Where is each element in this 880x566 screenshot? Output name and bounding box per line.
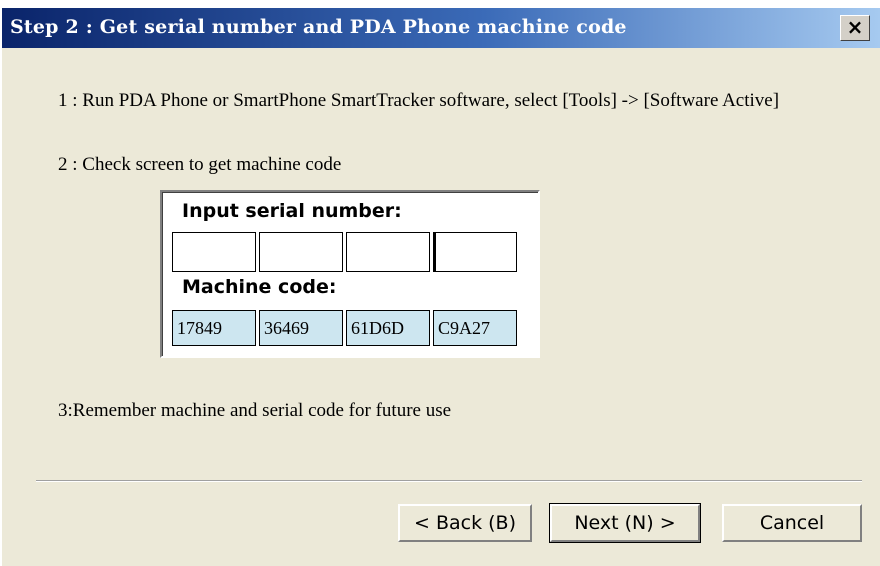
instruction-step-3: 3:Remember machine and serial code for f… — [58, 400, 452, 421]
window-top-edge — [2, 0, 880, 8]
serial-number-field-2[interactable] — [259, 232, 343, 272]
window-title: Step 2 : Get serial number and PDA Phone… — [10, 16, 627, 38]
next-button[interactable]: Next (N) > — [549, 503, 701, 543]
close-button[interactable]: × — [840, 15, 870, 41]
back-button[interactable]: < Back (B) — [398, 504, 532, 542]
instruction-step-2: 2 : Check screen to get machine code — [58, 154, 342, 175]
serial-number-field-1[interactable] — [172, 232, 256, 272]
serial-number-label: Input serial number: — [182, 200, 402, 222]
device-screen-preview: Input serial number: Machine code: 17849… — [160, 190, 540, 358]
serial-number-field-4[interactable] — [433, 232, 517, 272]
wizard-dialog: Step 2 : Get serial number and PDA Phone… — [0, 0, 880, 566]
title-bar[interactable]: Step 2 : Get serial number and PDA Phone… — [2, 8, 880, 48]
machine-code-part-3: 61D6D — [346, 310, 430, 346]
cancel-button[interactable]: Cancel — [722, 504, 862, 542]
machine-code-label: Machine code: — [182, 276, 337, 298]
machine-code-part-4: C9A27 — [433, 310, 517, 346]
instruction-step-1: 1 : Run PDA Phone or SmartPhone SmartTra… — [58, 90, 780, 111]
machine-code-part-1: 17849 — [172, 310, 256, 346]
machine-code-part-2: 36469 — [259, 310, 343, 346]
serial-number-field-3[interactable] — [346, 232, 430, 272]
button-separator — [36, 480, 862, 482]
close-icon: × — [846, 15, 864, 39]
